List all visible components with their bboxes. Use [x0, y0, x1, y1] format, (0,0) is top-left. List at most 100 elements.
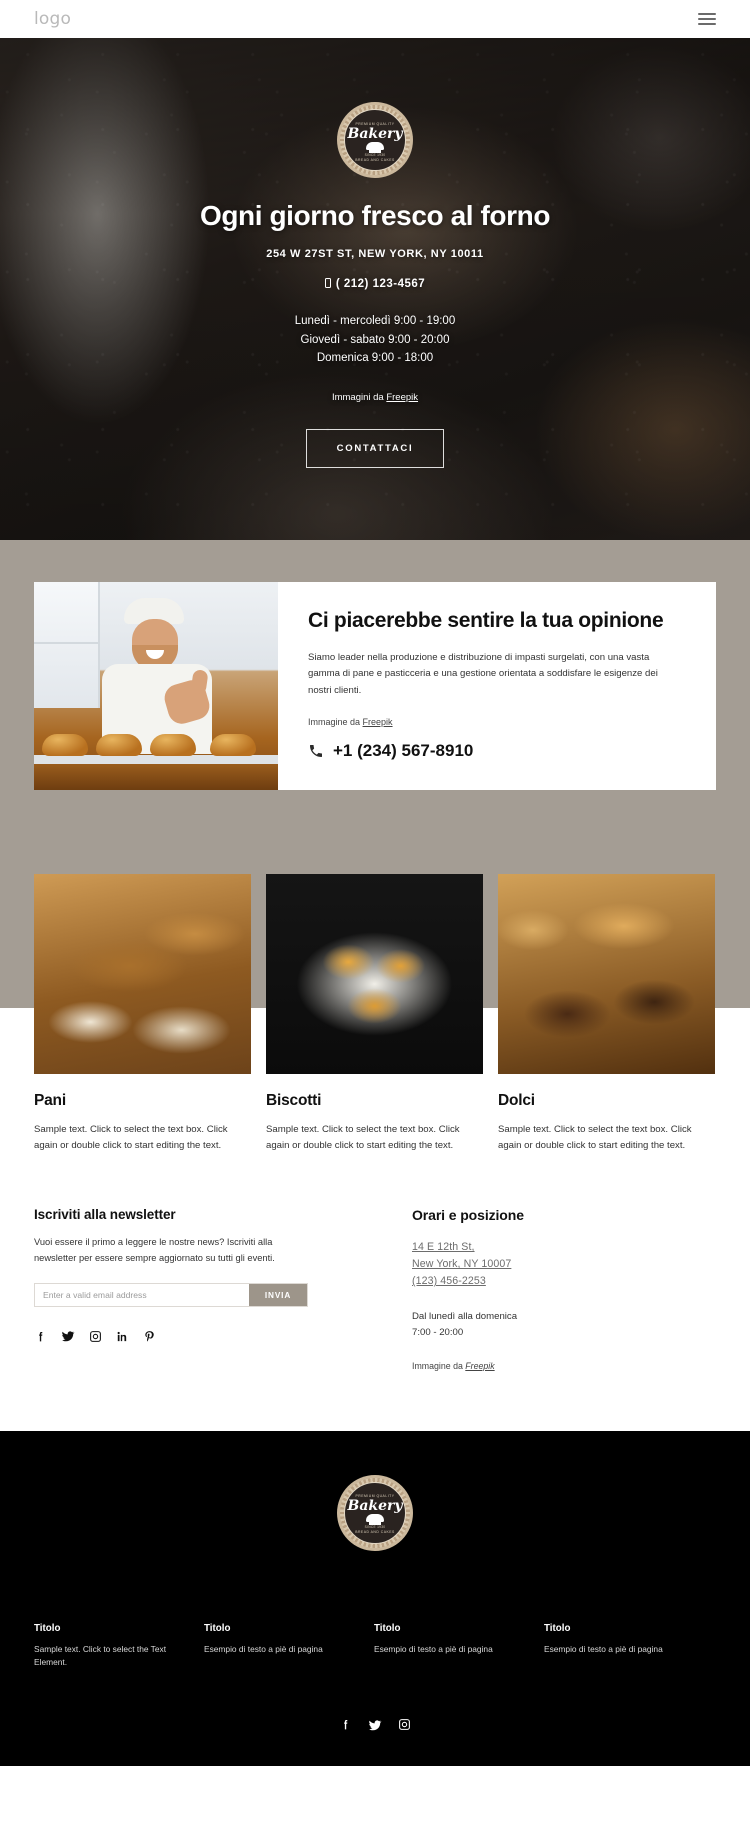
- products-grid: Pani Sample text. Click to select the te…: [34, 874, 716, 1153]
- tray-shape: [34, 755, 278, 764]
- footer-column-text: Esempio di testo a piè di pagina: [374, 1643, 493, 1654]
- footer-bakery-logo-badge: PREMIUM QUALITY Bakery SINCE 1930 BREAD …: [337, 1474, 413, 1551]
- footer-column-title: Titolo: [544, 1622, 571, 1634]
- hamburger-bar: [698, 18, 716, 20]
- address-line-2[interactable]: New York, NY 10007: [412, 1256, 716, 1273]
- location-phone[interactable]: (123) 456-2253: [412, 1273, 716, 1290]
- instagram-icon[interactable]: [398, 1718, 411, 1732]
- product-card[interactable]: Dolci Sample text. Click to select the t…: [498, 874, 715, 1153]
- credit-prefix: Immagine da: [308, 717, 363, 728]
- credit-prefix: Immagini da: [331, 391, 387, 403]
- mobile-phone-icon: [324, 278, 331, 288]
- hamburger-bar: [698, 23, 716, 25]
- badge-brand-name: Bakery: [347, 125, 403, 142]
- hours-line: Giovedì - sabato 9:00 - 20:00: [300, 333, 450, 346]
- product-title: Biscotti: [266, 1092, 322, 1109]
- freepik-link[interactable]: Freepik: [363, 717, 393, 727]
- product-description: Sample text. Click to select the text bo…: [34, 1124, 228, 1151]
- hamburger-menu-icon[interactable]: [698, 10, 716, 28]
- product-image-sweets: [498, 874, 715, 1074]
- badge-bottom-text: BREAD AND CAKES: [355, 157, 395, 162]
- feature-phone-number: +1 (234) 567-8910: [333, 741, 474, 761]
- newsletter-block: Iscriviti alla newsletter Vuoi essere il…: [34, 1207, 392, 1371]
- badge-since-text: SINCE 1930: [364, 152, 386, 157]
- freepik-link[interactable]: Freepik: [465, 1361, 494, 1371]
- badge-brand-name: Bakery: [347, 1498, 403, 1515]
- pinterest-icon[interactable]: [143, 1330, 156, 1343]
- pastry-shape: [150, 734, 196, 756]
- pastry-shape: [210, 734, 256, 756]
- hours-label: Dal lunedì alla domenica: [412, 1310, 518, 1322]
- credit-prefix: Immagine da: [412, 1360, 466, 1371]
- pastry-shape: [42, 734, 88, 756]
- site-logo[interactable]: logo: [34, 9, 71, 29]
- product-title: Dolci: [498, 1092, 535, 1109]
- hours-line: Domenica 9:00 - 18:00: [316, 352, 434, 365]
- window-shape: [34, 582, 100, 708]
- location-hours: Dal lunedì alla domenica 7:00 - 20:00: [412, 1309, 716, 1341]
- footer-column: Titolo Esempio di testo a piè di pagina: [204, 1623, 374, 1670]
- footer-column: Titolo Sample text. Click to select the …: [34, 1623, 204, 1670]
- hero-phone-number: ( 212) 123-4567: [335, 278, 426, 290]
- hero-section: PREMIUM QUALITY Bakery SINCE 1930 BREAD …: [0, 38, 750, 540]
- feature-card: Ci piacerebbe sentire la tua opinione Si…: [34, 582, 716, 790]
- subscribe-button[interactable]: INVIA: [249, 1284, 307, 1307]
- product-title: Pani: [34, 1092, 66, 1109]
- location-block: Orari e posizione 14 E 12th St, New York…: [392, 1207, 716, 1371]
- feature-image-credit: Immagine da Freepik: [308, 717, 688, 727]
- product-image-breads: [34, 874, 251, 1074]
- location-title: Orari e posizione: [412, 1207, 524, 1224]
- hours-line: Lunedì - mercoledì 9:00 - 19:00: [294, 315, 456, 327]
- twitter-icon[interactable]: [368, 1718, 382, 1732]
- badge-since-text: SINCE 1930: [364, 1525, 386, 1530]
- baker-figure: [92, 598, 224, 754]
- feature-title: Ci piacerebbe sentire la tua opinione: [308, 609, 664, 632]
- email-input[interactable]: [35, 1284, 249, 1307]
- footer-column-title: Titolo: [204, 1622, 231, 1634]
- pastry-shape: [96, 734, 142, 756]
- hamburger-bar: [698, 13, 716, 15]
- footer-social-links: [0, 1718, 750, 1732]
- bottom-spacer: [0, 1370, 750, 1431]
- feature-content: Ci piacerebbe sentire la tua opinione Si…: [278, 582, 716, 790]
- footer-columns: Titolo Sample text. Click to select the …: [34, 1623, 716, 1670]
- cake-icon: [366, 141, 384, 153]
- hero-phone[interactable]: ( 212) 123-4567: [0, 278, 750, 290]
- footer-column-text: Esempio di testo a piè di pagina: [544, 1643, 663, 1654]
- footer-column: Titolo Esempio di testo a piè di pagina: [544, 1623, 714, 1670]
- footer-column: Titolo Esempio di testo a piè di pagina: [374, 1623, 544, 1670]
- contact-button[interactable]: CONTATTACI: [305, 428, 445, 468]
- newsletter-description: Vuoi essere il primo a leggere le nostre…: [34, 1237, 275, 1263]
- instagram-icon[interactable]: [89, 1330, 102, 1343]
- badge-core: PREMIUM QUALITY Bakery SINCE 1930 BREAD …: [344, 109, 406, 171]
- newsletter-title: Iscriviti alla newsletter: [34, 1207, 176, 1223]
- social-links: [34, 1329, 392, 1343]
- baker-photo: [34, 582, 278, 790]
- hero-image-credit: Immagini da Freepik: [0, 392, 750, 403]
- bakery-logo-badge: PREMIUM QUALITY Bakery SINCE 1930 BREAD …: [337, 102, 413, 178]
- info-section: Iscriviti alla newsletter Vuoi essere il…: [34, 1207, 716, 1371]
- site-footer: PREMIUM QUALITY Bakery SINCE 1930 BREAD …: [0, 1430, 750, 1766]
- footer-column-title: Titolo: [34, 1622, 61, 1634]
- feature-phone[interactable]: +1 (234) 567-8910: [308, 741, 688, 761]
- product-description: Sample text. Click to select the text bo…: [498, 1124, 692, 1151]
- linkedin-icon[interactable]: [116, 1330, 129, 1343]
- telephone-icon: [308, 743, 324, 759]
- cake-icon: [366, 1514, 384, 1526]
- facebook-icon[interactable]: [339, 1718, 352, 1732]
- beige-spacer: [0, 790, 750, 874]
- hero-title: Ogni giorno fresco al forno: [199, 200, 551, 231]
- site-header: logo: [0, 0, 750, 38]
- address-line-1[interactable]: 14 E 12th St,: [412, 1239, 716, 1256]
- products-section: Pani Sample text. Click to select the te…: [0, 874, 750, 1153]
- badge-top-text: PREMIUM QUALITY: [355, 121, 395, 126]
- freepik-link[interactable]: Freepik: [386, 392, 418, 403]
- footer-column-title: Titolo: [374, 1622, 401, 1634]
- facebook-icon[interactable]: [34, 1330, 47, 1343]
- product-image-cookies: [266, 874, 483, 1074]
- twitter-icon[interactable]: [61, 1329, 75, 1343]
- shelf-shape: [34, 764, 278, 790]
- product-card[interactable]: Biscotti Sample text. Click to select th…: [266, 874, 483, 1153]
- feature-description: Siamo leader nella produzione e distribu…: [308, 651, 658, 696]
- product-card[interactable]: Pani Sample text. Click to select the te…: [34, 874, 251, 1153]
